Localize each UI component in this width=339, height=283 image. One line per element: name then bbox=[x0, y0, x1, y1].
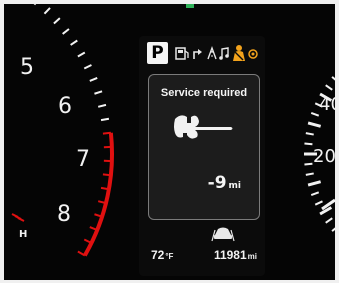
outside-temperature-unit: °F bbox=[165, 252, 174, 261]
lane-assist-icon bbox=[211, 227, 235, 242]
odometer: 11981mi bbox=[214, 248, 257, 262]
trip-info-bar: 72°F 11981mi bbox=[139, 248, 265, 268]
speedo-tick bbox=[305, 132, 314, 136]
service-distance-unit: mi bbox=[228, 181, 241, 191]
speed-number-20: 20 bbox=[313, 146, 335, 167]
odometer-value: 11981 bbox=[213, 248, 247, 262]
odometer-unit: mi bbox=[247, 252, 257, 261]
speedo-tick bbox=[310, 112, 320, 117]
instrument-cluster: 5 6 7 8 H 40 20 P bbox=[4, 4, 335, 280]
speedo-tick bbox=[305, 172, 314, 176]
top-indicator-light bbox=[186, 4, 194, 8]
speed-number-40: 40 bbox=[319, 94, 335, 115]
speedo-tick bbox=[310, 191, 320, 196]
speedo-tick bbox=[325, 217, 333, 224]
speedo-tick bbox=[325, 84, 333, 91]
speedo-tick bbox=[307, 180, 322, 187]
service-distance-value: -9 bbox=[207, 173, 227, 193]
speedo-tick bbox=[314, 200, 323, 206]
outside-temperature: 72°F bbox=[151, 248, 173, 262]
turn-arrow-icon bbox=[193, 49, 202, 59]
gear-indicator: P bbox=[147, 42, 168, 64]
speedo-tick bbox=[331, 227, 335, 232]
wrench-icon bbox=[174, 115, 233, 139]
speedo-tick bbox=[304, 162, 313, 166]
outside-temperature-value: 72 bbox=[151, 248, 165, 262]
indicator-icon bbox=[248, 49, 258, 59]
speedo-tick bbox=[331, 76, 335, 81]
service-distance: -9 mi bbox=[208, 173, 241, 193]
seatbelt-warning-icon bbox=[233, 45, 245, 61]
service-message-title: Service required bbox=[160, 87, 248, 99]
speedo-tick bbox=[307, 121, 322, 128]
status-icon-row bbox=[175, 45, 258, 61]
service-message-panel: Service required -9 mi bbox=[148, 74, 260, 220]
eco-fuel-icon bbox=[175, 47, 189, 60]
road-icon bbox=[207, 45, 217, 60]
music-note-icon bbox=[219, 47, 229, 60]
center-info-display: P Service required -9 mi 72°F 11981mi bbox=[139, 36, 265, 276]
speedo-tick bbox=[304, 142, 313, 146]
